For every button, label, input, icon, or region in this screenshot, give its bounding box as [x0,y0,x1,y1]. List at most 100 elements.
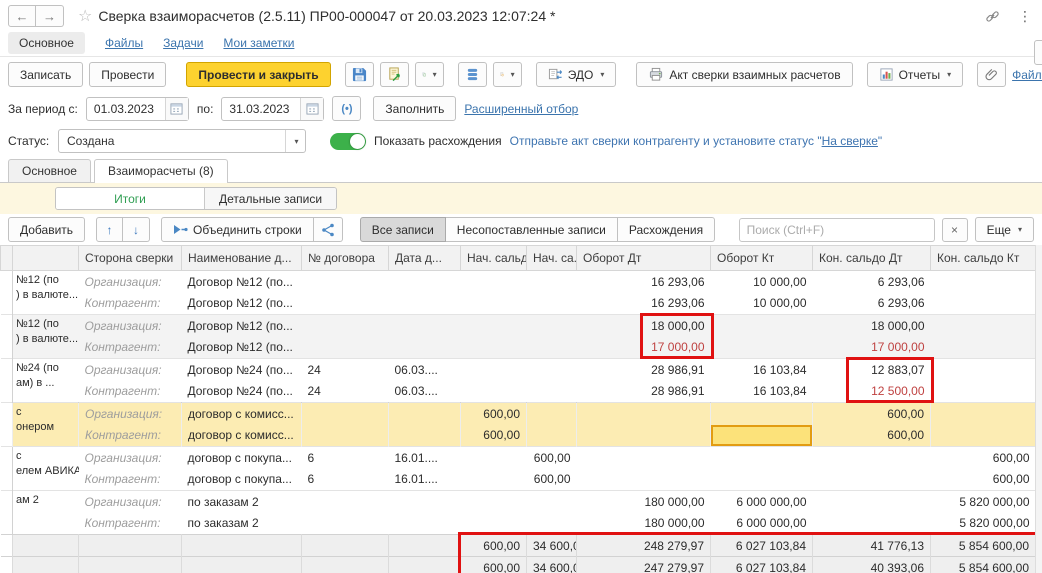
total-cell-date[interactable] [389,535,461,557]
cell-nsk[interactable]: 600,00 [527,447,577,469]
status-hint-link[interactable]: На сверке [822,134,878,148]
cell-ksd[interactable]: 600,00 [813,403,931,425]
side-cell[interactable]: Контрагент: [79,513,182,535]
copy-button[interactable]: ▾ [415,62,444,87]
create-based-on-button[interactable] [380,62,409,87]
back-button[interactable]: ← [8,5,36,27]
table-more-button[interactable]: Еще ▾ [975,217,1034,242]
cell-ksd[interactable] [813,491,931,513]
cell-date[interactable] [389,293,461,315]
cell-ok[interactable] [711,403,813,425]
cell-nsk[interactable] [527,403,577,425]
tab-settlements[interactable]: Взаиморасчеты (8) [94,159,228,183]
favorite-star-icon[interactable]: ☆ [78,6,92,26]
cell-nsd[interactable] [461,337,527,359]
cell-ksk[interactable] [931,359,1036,381]
header-name[interactable] [13,246,79,271]
side-cell[interactable]: Контрагент: [79,469,182,491]
cell-ksd[interactable]: 17 000,00 [813,337,931,359]
side-cell[interactable]: Контрагент: [79,381,182,403]
cell-doc[interactable]: по заказам 2 [182,513,302,535]
cell-ksd[interactable]: 12 883,07 [813,359,931,381]
cell-ksk[interactable] [931,425,1036,447]
cell-num[interactable]: 24 [302,381,389,403]
cell-nsd[interactable] [461,381,527,403]
cell-nsk[interactable] [527,513,577,535]
add-row-button[interactable]: Добавить [8,217,85,242]
period-from-input[interactable] [87,102,165,116]
filter-unmatched-button[interactable]: Несопоставленные записи [446,217,618,242]
cell-ok[interactable]: 16 103,84 [711,359,813,381]
cell-num[interactable] [302,271,389,293]
cell-doc[interactable]: договор с комисс... [182,403,302,425]
cell-doc[interactable]: по заказам 2 [182,491,302,513]
cell-nsd[interactable] [461,491,527,513]
header-start-balance-kt[interactable]: Нач. са... [527,246,577,271]
cell-doc[interactable]: договор с покупа... [182,447,302,469]
cell-nsd[interactable] [461,469,527,491]
cell-nsk[interactable] [527,293,577,315]
header-end-balance-kt[interactable]: Кон. сальдо Кт [931,246,1036,271]
cell-ksk[interactable]: 5 820 000,00 [931,491,1036,513]
cell-od[interactable] [577,425,711,447]
calendar-button[interactable] [300,98,323,120]
nav-main[interactable]: Основное [8,32,85,54]
menu-dots-icon[interactable]: ⋮ [1018,8,1032,25]
total-cell-od[interactable]: 248 279,97 [577,535,711,557]
cell-doc[interactable]: Договор №12 (по... [182,337,302,359]
total-cell-od[interactable]: 247 279,97 [577,557,711,573]
total-cell-nsk[interactable]: 34 600,00 [527,535,577,557]
save-button[interactable]: Записать [8,62,83,87]
cell-ksk[interactable] [931,315,1036,337]
cell-nsd[interactable] [461,359,527,381]
cell-doc[interactable]: договор с покупа... [182,469,302,491]
side-cell[interactable]: Организация: [79,271,182,293]
cell-num[interactable] [302,337,389,359]
vertical-scrollbar[interactable] [1035,245,1042,573]
side-cell[interactable]: Контрагент: [79,293,182,315]
group-name-cell[interactable]: №12 (по) в валюте... [13,315,79,359]
cell-od[interactable]: 28 986,91 [577,359,711,381]
cell-ok[interactable]: 6 000 000,00 [711,513,813,535]
side-cell[interactable]: Контрагент: [79,337,182,359]
cell-nsk[interactable] [527,271,577,293]
cell-od[interactable]: 16 293,06 [577,271,711,293]
cell-od[interactable]: 180 000,00 [577,513,711,535]
cell-date[interactable] [389,491,461,513]
group-name-cell[interactable]: №24 (поам) в ... [13,359,79,403]
cell-nsd[interactable] [461,513,527,535]
cell-od[interactable] [577,447,711,469]
cell-od[interactable]: 180 000,00 [577,491,711,513]
cell-ksk[interactable]: 600,00 [931,469,1036,491]
cut-button[interactable] [1034,40,1042,65]
cell-ksk[interactable] [931,293,1036,315]
cell-ok[interactable]: 16 103,84 [711,381,813,403]
cell-nsk[interactable] [527,381,577,403]
total-cell-nsd[interactable]: 600,00 [461,535,527,557]
cell-ksk[interactable]: 5 820 000,00 [931,513,1036,535]
total-cell-doc[interactable] [182,557,302,573]
cell-nsk[interactable] [527,337,577,359]
cell-ksd[interactable] [813,469,931,491]
cell-date[interactable] [389,425,461,447]
filter-discrepancies-button[interactable]: Расхождения [618,217,715,242]
cell-nsd[interactable] [461,447,527,469]
header-turnover-dt[interactable]: Оборот Дт [577,246,711,271]
header-turnover-kt[interactable]: Оборот Кт [711,246,813,271]
total-cell-num[interactable] [302,557,389,573]
cell-num[interactable] [302,293,389,315]
cell-nsk[interactable] [527,315,577,337]
cell-ksk[interactable] [931,381,1036,403]
cell-ok[interactable] [711,315,813,337]
filter-all-button[interactable]: Все записи [360,217,446,242]
cell-ok[interactable]: 10 000,00 [711,271,813,293]
post-button[interactable]: Провести [89,62,166,87]
cell-num[interactable] [302,491,389,513]
group-name-cell[interactable]: селем АВИКА [13,447,79,491]
cell-ksd[interactable] [813,513,931,535]
fill-button[interactable]: Заполнить [373,96,456,121]
header-date[interactable]: Дата д... [389,246,461,271]
cell-doc[interactable]: Договор №12 (по... [182,293,302,315]
side-cell[interactable]: Организация: [79,403,182,425]
cell-od[interactable] [577,469,711,491]
